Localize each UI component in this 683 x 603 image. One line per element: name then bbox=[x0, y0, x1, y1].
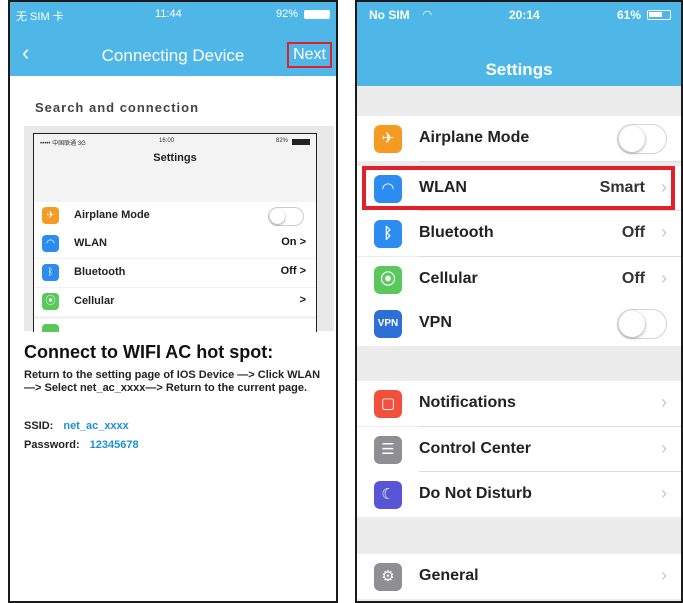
control-center-icon: ☰ bbox=[374, 436, 402, 464]
ssid-label: SSID: bbox=[24, 420, 54, 432]
battery-level-icon bbox=[649, 12, 662, 17]
mini-row-label: Cellular bbox=[74, 295, 115, 307]
password-value: 12345678 bbox=[89, 439, 139, 451]
chevron-right-icon: › bbox=[661, 483, 667, 503]
row-label: Airplane Mode bbox=[419, 129, 530, 146]
settings-screenshot: ••••• 中国联通 3G 16:00 82% Settings ✈ Airpl… bbox=[33, 133, 317, 332]
header-bar: No SIM ◠ 20:14 61% Settings bbox=[357, 2, 681, 86]
settings-row-notifications[interactable]: ▢ Notifications › bbox=[357, 381, 681, 426]
mini-row-wlan: ◠ WLAN On > bbox=[34, 230, 316, 258]
row-value: Off bbox=[621, 270, 645, 287]
mini-settings-title: Settings bbox=[153, 152, 197, 164]
chevron-right-icon: › bbox=[661, 268, 667, 288]
settings-row-vpn[interactable]: VPN VPN bbox=[357, 301, 681, 346]
battery-text: 92% bbox=[275, 8, 298, 20]
carrier-text: 无 SIM 卡 bbox=[16, 11, 64, 23]
cellular-icon: ⦿ bbox=[42, 293, 59, 310]
settings-row-cellular[interactable]: ⦿ Cellular Off › bbox=[357, 257, 681, 302]
hotspot-icon bbox=[42, 324, 59, 332]
next-button[interactable]: Next bbox=[287, 42, 332, 68]
ssid-line: SSID: net_ac_xxxx bbox=[24, 420, 129, 432]
clock-text: 20:14 bbox=[509, 8, 540, 22]
mini-row-bluetooth: ᛒ Bluetooth Off > bbox=[34, 259, 316, 287]
password-line: Password: 12345678 bbox=[24, 439, 139, 451]
mini-airplane-toggle bbox=[268, 207, 304, 226]
section-title: Search and connection bbox=[35, 100, 200, 115]
gear-icon: ⚙ bbox=[374, 563, 402, 591]
settings-row-bluetooth[interactable]: ᛒ Bluetooth Off › bbox=[357, 211, 681, 256]
chevron-right-icon: › bbox=[661, 392, 667, 412]
battery-icon bbox=[647, 10, 671, 20]
bluetooth-icon: ᛒ bbox=[374, 220, 402, 248]
battery-icon bbox=[304, 10, 330, 19]
chevron-right-icon: › bbox=[661, 565, 667, 585]
ios-settings-screen: No SIM ◠ 20:14 61% Settings ✈ Airplane M… bbox=[355, 0, 683, 603]
moon-icon: ☾ bbox=[374, 481, 402, 509]
airplane-icon: ✈ bbox=[374, 125, 402, 153]
mini-clock-text: 16:00 bbox=[159, 138, 175, 144]
instruction-heading: Connect to WIFI AC hot spot: bbox=[24, 342, 274, 362]
wifi-icon: ◠ bbox=[42, 235, 59, 252]
mini-battery-text: 82% bbox=[275, 138, 288, 144]
row-label: General bbox=[419, 567, 479, 584]
wifi-status-icon: ◠ bbox=[423, 9, 432, 21]
mini-row-partial bbox=[34, 319, 316, 332]
notifications-icon: ▢ bbox=[374, 390, 402, 418]
password-label: Password: bbox=[24, 439, 80, 451]
carrier-text: No SIM bbox=[369, 8, 410, 22]
page-title: Settings bbox=[485, 60, 553, 79]
mini-row-label: WLAN bbox=[74, 237, 107, 249]
divider bbox=[419, 161, 681, 162]
settings-row-control-center[interactable]: ☰ Control Center › bbox=[357, 427, 681, 472]
mini-row-airplane: ✈ Airplane Mode bbox=[34, 202, 316, 230]
mini-row-value: > bbox=[299, 294, 306, 306]
mini-row-cellular: ⦿ Cellular > bbox=[34, 288, 316, 316]
mini-row-label: Bluetooth bbox=[74, 266, 126, 278]
header-bar: 无 SIM 卡 11:44 92% ‹ Connecting Device Ne… bbox=[10, 2, 336, 76]
row-label: Cellular bbox=[419, 270, 478, 287]
vpn-icon: VPN bbox=[374, 310, 402, 338]
settings-row-do-not-disturb[interactable]: ☾ Do Not Disturb › bbox=[357, 472, 681, 517]
ssid-value: net_ac_xxxx bbox=[63, 420, 129, 432]
row-value: Off bbox=[621, 224, 645, 241]
clock-text: 11:44 bbox=[155, 8, 182, 20]
row-label: Notifications bbox=[419, 394, 516, 411]
battery-text: 61% bbox=[616, 8, 641, 22]
chevron-right-icon: › bbox=[661, 222, 667, 242]
row-label: Control Center bbox=[419, 440, 531, 457]
mini-row-value: Off > bbox=[280, 265, 306, 277]
bluetooth-icon: ᛒ bbox=[42, 264, 59, 281]
instruction-text: Return to the setting page of IOS Device… bbox=[24, 369, 321, 394]
airplane-mode-toggle[interactable] bbox=[617, 124, 667, 154]
status-bar: 无 SIM 卡 11:44 92% bbox=[10, 8, 336, 24]
airplane-icon: ✈ bbox=[42, 207, 59, 224]
vpn-toggle[interactable] bbox=[617, 309, 667, 339]
nav-bar: ‹ Connecting Device Next bbox=[10, 34, 336, 74]
mini-row-label: Airplane Mode bbox=[74, 209, 150, 221]
mini-carrier-text: ••••• 中国联通 3G bbox=[40, 141, 86, 147]
mini-battery-icon bbox=[292, 139, 310, 145]
chevron-right-icon: › bbox=[661, 438, 667, 458]
settings-row-general[interactable]: ⚙ General › bbox=[357, 554, 681, 599]
row-label: Do Not Disturb bbox=[419, 485, 532, 502]
cellular-icon: ⦿ bbox=[374, 266, 402, 294]
row-label: VPN bbox=[419, 314, 452, 331]
status-bar: No SIM ◠ 20:14 61% bbox=[357, 8, 681, 24]
wlan-highlight-box bbox=[362, 166, 675, 210]
connecting-device-screen: 无 SIM 卡 11:44 92% ‹ Connecting Device Ne… bbox=[8, 0, 338, 603]
mini-row-value: On > bbox=[281, 236, 306, 248]
settings-row-airplane-mode[interactable]: ✈ Airplane Mode bbox=[357, 116, 681, 161]
row-label: Bluetooth bbox=[419, 224, 494, 241]
